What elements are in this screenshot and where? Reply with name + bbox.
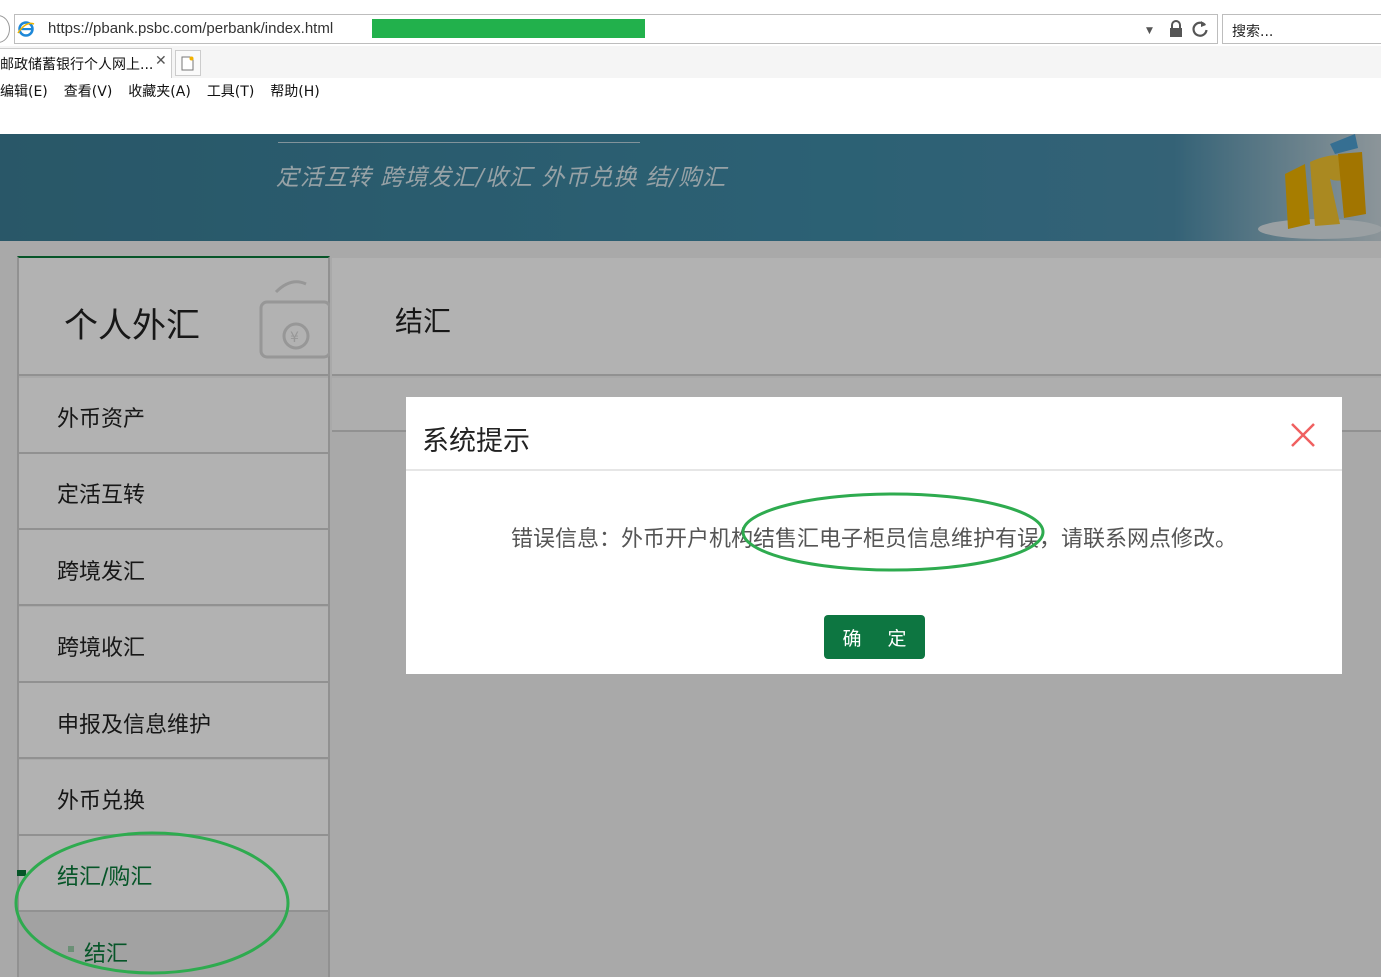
error-message: 错误信息：外币开户机构结售汇电子柜员信息维护有误，请联系网点修改。: [510, 527, 1237, 552]
ie-icon: [17, 21, 35, 37]
lock-icon[interactable]: [1168, 20, 1184, 38]
menu-favorites[interactable]: 收藏夹(A): [128, 78, 191, 106]
new-tab-icon: [181, 56, 194, 71]
tab-title[interactable]: 邮政储蓄银行个人网上...: [0, 54, 153, 74]
dialog-header: [406, 397, 1342, 471]
url-text[interactable]: https://pbank.psbc.com/perbank/index.htm…: [48, 20, 333, 37]
confirm-button[interactable]: 确 定: [824, 615, 925, 659]
menu-help[interactable]: 帮助(H): [270, 78, 319, 106]
dialog-title: 系统提示: [422, 426, 530, 457]
menu-bar: 编辑(E) 查看(V) 收藏夹(A) 工具(T) 帮助(H): [0, 78, 320, 106]
url-dropdown-icon[interactable]: ▼: [1146, 26, 1153, 36]
search-placeholder: 搜索...: [1232, 24, 1274, 40]
close-icon[interactable]: [1288, 420, 1318, 450]
tab-strip: [0, 46, 1381, 78]
tab-close-icon[interactable]: ✕: [155, 53, 167, 69]
menu-tools[interactable]: 工具(T): [207, 78, 254, 106]
system-dialog: 系统提示 错误信息：外币开户机构结售汇电子柜员信息维护有误，请联系网点修改。 确…: [406, 397, 1342, 674]
redacted-block: [372, 19, 645, 38]
refresh-icon[interactable]: [1190, 19, 1210, 39]
menu-view[interactable]: 查看(V): [64, 78, 113, 106]
menu-edit[interactable]: 编辑(E): [0, 78, 48, 106]
